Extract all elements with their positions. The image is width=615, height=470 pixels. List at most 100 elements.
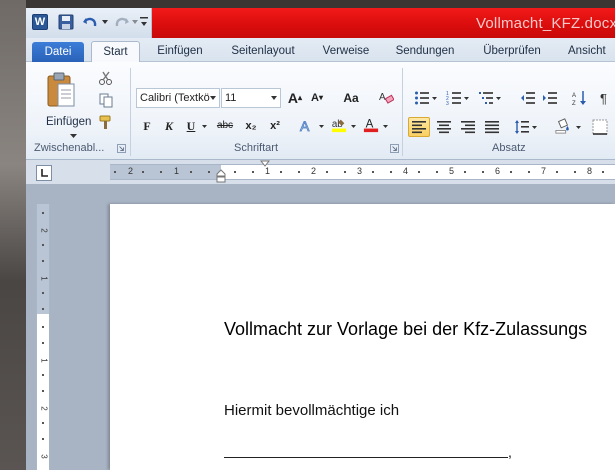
paste-button[interactable]: Einfügen xyxy=(38,68,91,140)
ruler-tick xyxy=(42,438,44,440)
ruler-tick xyxy=(602,171,604,173)
tab-selector[interactable] xyxy=(36,165,52,181)
justify-icon[interactable] xyxy=(484,119,500,135)
signature-line xyxy=(224,457,508,458)
superscript-button[interactable]: x² xyxy=(266,117,284,135)
align-right-icon[interactable] xyxy=(460,119,476,135)
highlight-icon[interactable]: ab xyxy=(330,117,348,133)
increase-indent-icon[interactable] xyxy=(542,90,558,106)
redo-dropdown-icon[interactable] xyxy=(132,20,138,24)
grow-font-label: A xyxy=(287,90,299,106)
tab-seitenlayout[interactable]: Seitenlayout xyxy=(222,41,304,62)
ruler-tick xyxy=(42,326,44,328)
ruler-tick xyxy=(390,171,392,173)
copy-icon[interactable] xyxy=(98,92,114,108)
tab-ansicht[interactable]: Ansicht xyxy=(562,41,615,62)
format-painter-icon[interactable] xyxy=(98,114,114,130)
document-page[interactable]: Vollmacht zur Vorlage bei der Kfz-Zulass… xyxy=(110,204,615,470)
svg-text:¶: ¶ xyxy=(600,91,607,106)
ruler-label: 8 xyxy=(587,166,593,176)
font-color-dropdown-icon[interactable] xyxy=(383,125,388,128)
word-app-icon[interactable]: W xyxy=(32,14,48,30)
underline-button[interactable]: U xyxy=(182,117,200,135)
align-center-icon[interactable] xyxy=(436,119,452,135)
ruler-label: 1 xyxy=(39,276,49,281)
ruler-tick xyxy=(42,342,44,344)
highlight-dropdown-icon[interactable] xyxy=(351,125,356,128)
vertical-ruler[interactable]: 2 1 1 2 3 xyxy=(36,204,50,470)
shading-icon[interactable] xyxy=(554,118,572,134)
ruler-tick xyxy=(482,171,484,173)
ruler-tick xyxy=(234,171,236,173)
shading-dropdown-icon[interactable] xyxy=(576,126,581,129)
ruler-label: 1 xyxy=(174,166,180,176)
line-spacing-dropdown-icon[interactable] xyxy=(532,126,537,129)
desktop-background xyxy=(0,0,615,8)
ruler-label: 2 xyxy=(39,228,49,233)
customize-toolbar-icon[interactable] xyxy=(140,16,148,28)
horizontal-ruler[interactable]: 2 1 1 2 3 4 5 6 7 8 xyxy=(110,160,615,183)
document-heading[interactable]: Vollmacht zur Vorlage bei der Kfz-Zulass… xyxy=(224,319,587,340)
italic-button[interactable]: K xyxy=(160,117,178,135)
tab-ueberpruefen[interactable]: Überprüfen xyxy=(472,41,552,62)
tab-sendungen[interactable]: Sendungen xyxy=(388,41,462,62)
ruler-tick xyxy=(464,171,466,173)
subscript-button[interactable]: x₂ xyxy=(242,117,260,135)
document-body-text[interactable]: Hiermit bevollmächtige ich xyxy=(224,402,399,419)
strikethrough-button[interactable]: abc xyxy=(212,117,238,135)
ruler-label: 2 xyxy=(128,166,134,176)
tab-start[interactable]: Start xyxy=(91,41,140,63)
indent-marker-icon[interactable] xyxy=(216,161,226,183)
svg-text:A: A xyxy=(379,92,386,103)
undo-dropdown-icon[interactable] xyxy=(102,20,108,24)
numbering-dropdown-icon[interactable] xyxy=(464,97,469,100)
show-formatting-icon[interactable]: ¶ xyxy=(598,90,614,106)
ruler-tick xyxy=(42,244,44,246)
save-icon[interactable] xyxy=(58,14,74,30)
underline-dropdown-icon[interactable] xyxy=(202,125,207,128)
first-line-indent-icon[interactable] xyxy=(260,160,270,168)
ruler-tick xyxy=(42,292,44,294)
font-launcher-icon[interactable] xyxy=(390,144,399,153)
decrease-indent-icon[interactable] xyxy=(520,90,536,106)
text-effects-dropdown-icon[interactable] xyxy=(319,125,324,128)
tab-verweise[interactable]: Verweise xyxy=(314,41,378,62)
shrink-font-button[interactable]: A▾ xyxy=(308,89,326,107)
clear-formatting-icon[interactable]: A xyxy=(378,89,394,105)
font-name-value: Calibri (Textkö xyxy=(140,92,210,104)
change-case-label: Aa xyxy=(343,91,359,105)
ruler-tick xyxy=(344,171,346,173)
numbering-icon[interactable]: 1 2 3 xyxy=(446,90,462,106)
cut-icon[interactable] xyxy=(98,70,114,86)
font-name-dropdown[interactable]: Calibri (Textkö xyxy=(136,88,220,108)
ruler-tick xyxy=(298,171,300,173)
change-case-button[interactable]: Aa xyxy=(338,89,364,107)
clipboard-launcher-icon[interactable] xyxy=(117,144,126,153)
ruler-tick xyxy=(326,171,328,173)
tab-datei[interactable]: Datei xyxy=(32,42,84,62)
multilevel-list-icon[interactable] xyxy=(478,90,494,106)
ruler-label: 3 xyxy=(39,454,49,459)
ruler-tick xyxy=(42,308,44,310)
text-effects-icon[interactable]: A xyxy=(298,118,318,134)
line-spacing-icon[interactable] xyxy=(514,119,530,135)
font-size-dropdown[interactable]: 11 xyxy=(221,88,281,108)
multilevel-dropdown-icon[interactable] xyxy=(496,97,501,100)
bold-button[interactable]: F xyxy=(138,117,156,135)
bullets-dropdown-icon[interactable] xyxy=(432,97,437,100)
sort-icon[interactable]: A Z xyxy=(572,90,588,106)
shrink-font-label: A xyxy=(311,92,319,104)
undo-icon[interactable] xyxy=(82,14,98,30)
window-title: Vollmacht_KFZ.docx - Microsoft Word xyxy=(476,15,615,32)
grow-font-button[interactable]: A▴ xyxy=(286,89,304,107)
ruler-label: 5 xyxy=(449,166,455,176)
svg-text:A: A xyxy=(300,118,310,134)
font-color-icon[interactable]: A xyxy=(362,117,380,133)
title-bar: W Vollmacht_KFZ.docx - Microsof xyxy=(26,8,615,38)
bullets-icon[interactable] xyxy=(414,90,430,106)
chevron-down-icon xyxy=(210,96,216,100)
align-left-button[interactable] xyxy=(408,117,430,137)
tab-einfuegen[interactable]: Einfügen xyxy=(148,41,212,62)
borders-icon[interactable] xyxy=(592,119,608,135)
redo-icon[interactable] xyxy=(114,14,130,30)
